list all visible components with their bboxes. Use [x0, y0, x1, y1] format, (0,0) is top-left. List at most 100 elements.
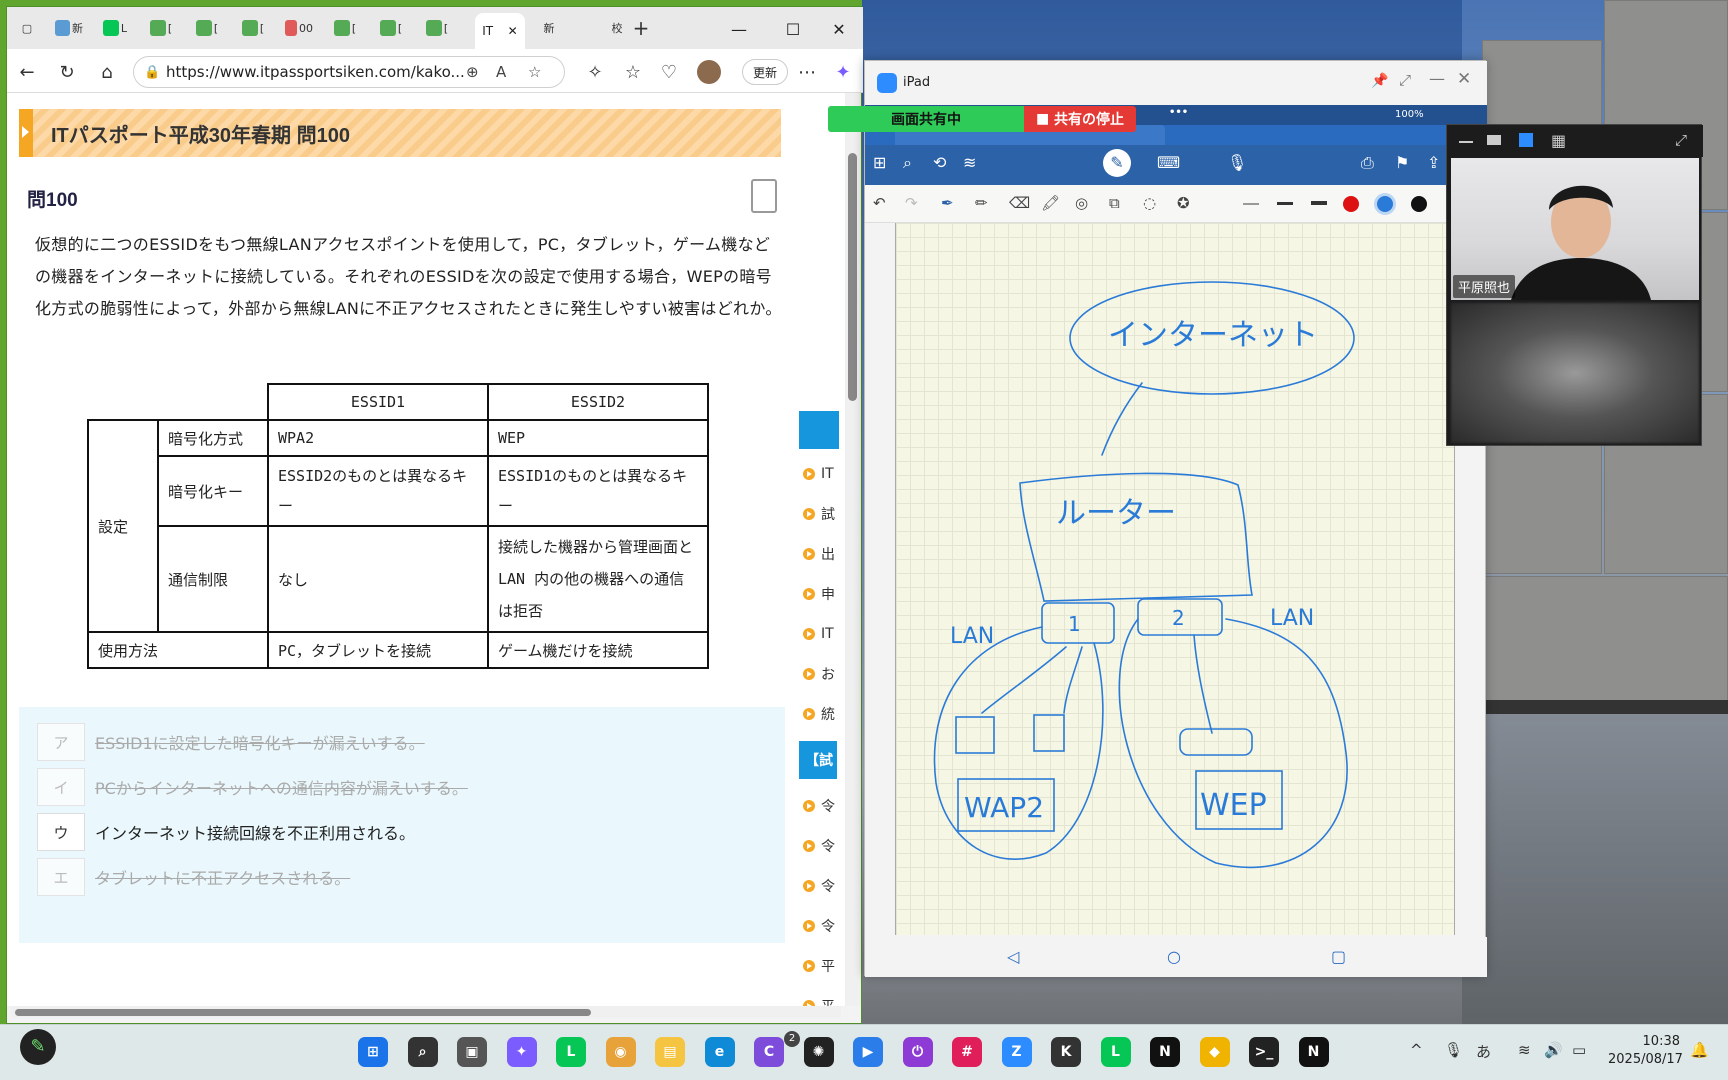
note-canvas[interactable]: インターネット ルーター LAN LAN 1 2 WAP2 WEP — [895, 223, 1455, 935]
black-color-swatch[interactable] — [1411, 196, 1427, 212]
duck-app-icon[interactable]: ◆ — [1199, 1037, 1230, 1067]
medium-stroke-icon[interactable] — [1277, 202, 1293, 205]
profile-avatar[interactable] — [697, 60, 721, 84]
audio-icon[interactable]: ≋ — [963, 153, 976, 172]
ime-indicator[interactable]: あ — [1476, 1041, 1491, 1062]
slack-app-icon[interactable]: # — [952, 1037, 982, 1067]
terminal-app-icon[interactable]: >_ — [1249, 1037, 1279, 1067]
health-icon[interactable]: ♡ — [655, 59, 683, 85]
tab-active[interactable]: IT ✕ — [475, 13, 525, 49]
new-tab-icon[interactable]: + — [627, 15, 655, 41]
sidebar-link[interactable]: 出 — [799, 535, 845, 573]
line-app-icon[interactable]: L — [556, 1037, 586, 1067]
undo-icon[interactable]: ↶ — [873, 194, 886, 212]
close-icon[interactable]: ✕ — [819, 17, 859, 41]
nav-home-icon[interactable]: ○ — [1167, 947, 1181, 966]
tab-item[interactable]: [ — [239, 15, 267, 41]
explorer-app-icon[interactable]: ▤ — [655, 1037, 685, 1067]
tab-item[interactable]: 新 — [55, 15, 83, 41]
overflow-chevron-icon[interactable]: ^ — [1410, 1041, 1423, 1059]
read-aloud-icon[interactable]: A — [496, 63, 506, 81]
tab-item[interactable]: [ — [377, 15, 405, 41]
notion2-app-icon[interactable]: N — [1298, 1037, 1329, 1067]
keyboard-icon[interactable]: ⌨ — [1157, 153, 1180, 172]
clock[interactable]: 10:38 2025/08/17 — [1608, 1033, 1683, 1069]
sidebar-link[interactable]: 平 — [799, 947, 845, 985]
calculator-icon[interactable] — [751, 179, 777, 213]
close-tab-icon[interactable]: ✕ — [508, 24, 518, 38]
notification-icon[interactable]: 🔔 — [1690, 1041, 1709, 1059]
highlighter-icon[interactable]: 🖍 — [1041, 194, 1060, 212]
video-thumbnail-icon[interactable] — [1487, 135, 1501, 145]
wifi-icon[interactable]: ≋ — [1518, 1041, 1531, 1059]
sidebar-link[interactable]: お — [799, 655, 845, 693]
choice-u[interactable]: ウインターネット接続回線を不正利用される。 — [37, 813, 415, 851]
notion-app-icon[interactable]: N — [1150, 1037, 1180, 1067]
url-field[interactable]: 🔒 https://www.itpassportsiken.com/kako..… — [133, 56, 565, 88]
line2-app-icon[interactable]: L — [1100, 1037, 1131, 1067]
refresh-icon[interactable]: ↻ — [53, 59, 81, 85]
redo-icon[interactable]: ↷ — [905, 194, 918, 212]
more-icon[interactable]: ⋯ — [793, 59, 821, 85]
battery-icon[interactable]: ▭ — [1572, 1041, 1586, 1059]
blue-color-swatch[interactable] — [1377, 196, 1393, 212]
vertical-scrollbar[interactable] — [845, 93, 861, 1006]
zoom-app-icon[interactable]: Z — [1001, 1037, 1032, 1067]
tab-item[interactable]: L — [101, 15, 129, 41]
start-app-icon[interactable]: ⊞ — [358, 1037, 388, 1067]
sidebar-link[interactable]: 令 — [799, 867, 845, 905]
rotate-icon[interactable]: ⟲ — [933, 153, 946, 172]
nav-recent-icon[interactable]: ▢ — [1331, 947, 1346, 966]
mic-tray-icon[interactable]: 🎙 — [1444, 1041, 1463, 1059]
canva-app-icon[interactable]: C — [754, 1037, 784, 1067]
export-icon[interactable]: ⎙ — [1361, 153, 1374, 173]
sidebar-link[interactable]: 平 — [799, 987, 845, 1006]
search-app-icon[interactable]: ⌕ — [407, 1037, 438, 1067]
ipad-minimize-icon[interactable]: — — [1429, 69, 1445, 88]
edge-app-icon[interactable]: e — [704, 1037, 735, 1067]
extensions-icon[interactable]: ✧ — [581, 59, 609, 85]
sidebar-link[interactable]: 申 — [799, 575, 845, 613]
video-minimize-icon[interactable] — [1459, 141, 1473, 143]
app-app-icon[interactable]: ▶ — [853, 1037, 883, 1067]
favorite-star-icon[interactable]: ☆ — [528, 63, 541, 81]
choice-e[interactable]: エタブレットに不正アクセスされる。 — [37, 858, 350, 896]
grid-icon[interactable]: ⊞ — [873, 153, 886, 172]
home-icon[interactable]: ⌂ — [93, 59, 121, 85]
tab-item[interactable]: [ — [331, 15, 359, 41]
choice-i[interactable]: イ PCからインターネットへの通信内容が漏えいする。 — [37, 768, 468, 806]
sidebar-link[interactable]: 試 — [799, 495, 845, 533]
bookmark-icon[interactable]: ⚑ — [1395, 153, 1409, 172]
maximize-icon[interactable]: ☐ — [773, 17, 813, 41]
thin-stroke-icon[interactable] — [1243, 203, 1259, 205]
chrome-app-icon[interactable]: ◉ — [605, 1037, 636, 1067]
pencil-icon[interactable]: ✏ — [975, 194, 988, 212]
chatgpt-app-icon[interactable]: ✺ — [803, 1037, 834, 1067]
ipad-close-icon[interactable]: ✕ — [1457, 69, 1471, 89]
expand-icon[interactable]: ⤢ — [1399, 71, 1411, 89]
sticker-icon[interactable]: ✪ — [1177, 194, 1190, 212]
video-expand-icon[interactable]: ⤢ — [1675, 131, 1687, 149]
stop-sharing-button[interactable]: ■ 共有の停止 — [1024, 106, 1136, 132]
lasso-icon[interactable]: ◌ — [1143, 194, 1156, 212]
nav-back-icon[interactable]: ◁ — [1007, 947, 1019, 966]
sidebar-toggle-icon[interactable]: ▢ — [13, 15, 41, 41]
tab-item[interactable]: 00 — [285, 15, 313, 41]
sidebar-link[interactable]: 令 — [799, 827, 845, 865]
pen-icon[interactable]: ✒ — [941, 194, 954, 212]
tab-item[interactable]: [ — [193, 15, 221, 41]
thick-stroke-icon[interactable] — [1311, 201, 1327, 205]
red-color-swatch[interactable] — [1343, 196, 1359, 212]
sidebar-link[interactable]: 令 — [799, 787, 845, 825]
back-icon[interactable]: ← — [13, 59, 41, 85]
choice-a[interactable]: ア ESSID1に設定した暗号化キーが漏えいする。 — [37, 723, 425, 761]
zoom-icon[interactable]: ⊕ — [466, 63, 479, 81]
pen-widget-icon[interactable]: ✎ — [20, 1029, 56, 1065]
copilot-app-icon[interactable]: ✦ — [506, 1037, 537, 1067]
tab-item[interactable]: [ — [423, 15, 451, 41]
image-icon[interactable]: ⧉ — [1109, 194, 1120, 212]
sidebar-link[interactable]: 統 — [799, 695, 845, 733]
tab-extra[interactable]: 新 — [531, 15, 567, 41]
minimize-icon[interactable]: — — [719, 17, 759, 41]
ipad-search-icon[interactable]: ⌕ — [903, 153, 912, 173]
